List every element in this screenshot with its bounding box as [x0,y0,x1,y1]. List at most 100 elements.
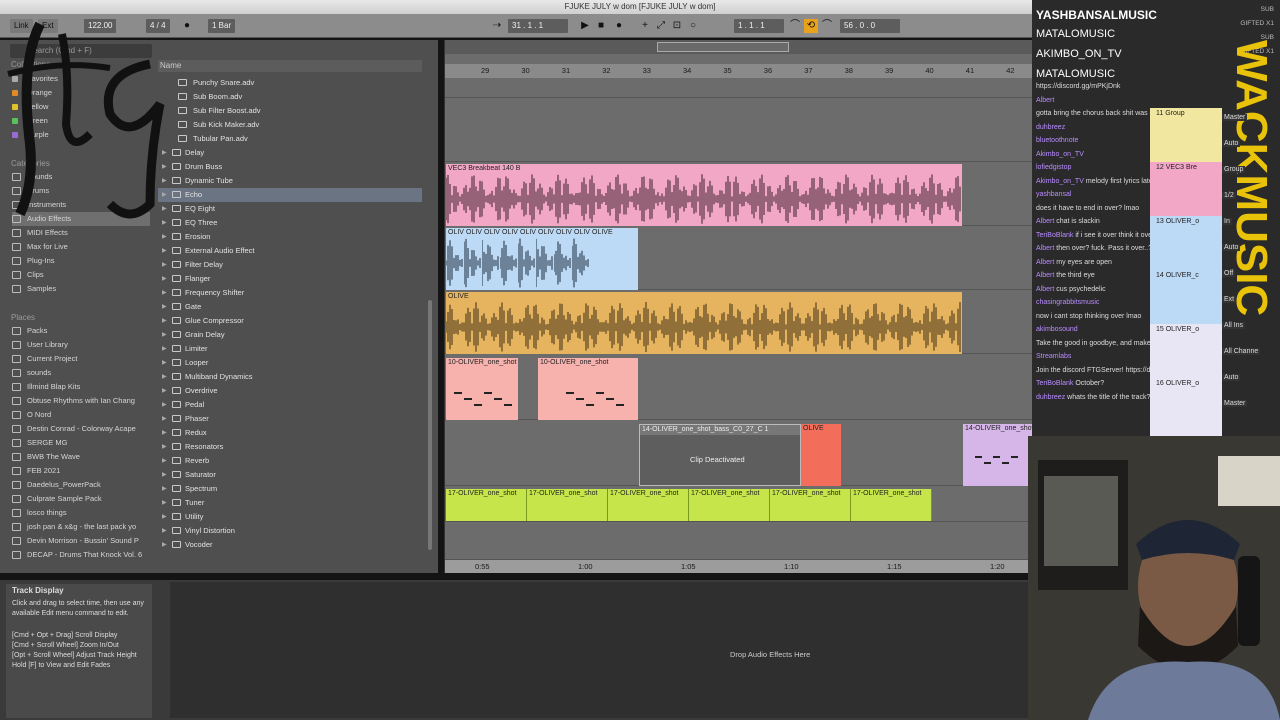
device-item[interactable]: ▶ Limiter [158,342,422,356]
track-lane[interactable] [445,98,1033,162]
audio-clip-oliver-short[interactable]: OLIVE [482,228,500,290]
expand-triangle-icon[interactable]: ▶ [162,258,167,272]
audio-clip-oliver-short[interactable]: OLIVE [500,228,518,290]
audio-clip-oliver-17[interactable]: 17-OLIVER_one_shot [851,489,932,521]
expand-triangle-icon[interactable]: ▶ [162,482,167,496]
category-item[interactable]: Clips [12,268,150,282]
audio-clip-oliver-short[interactable]: OLIVE [572,228,590,290]
expand-triangle-icon[interactable]: ▶ [162,272,167,286]
expand-triangle-icon[interactable]: ▶ [162,496,167,510]
place-item[interactable]: Devin Morrison - Bussin' Sound P [12,534,150,548]
mixer-label[interactable]: Auto [1222,374,1241,381]
expand-triangle-icon[interactable]: ▶ [162,342,167,356]
place-item[interactable]: DECAP - Drums That Knock Vol. 6 [12,548,150,562]
category-item[interactable]: MIDI Effects [12,226,150,240]
place-item[interactable]: Packs [12,324,150,338]
browser-scrollbar[interactable] [428,300,432,550]
overview-viewport[interactable] [657,42,789,52]
mixer-track-strip[interactable]: 15 OLIVER_o [1150,324,1222,386]
place-item[interactable]: Obtuse Rhythms with Ian Chang [12,394,150,408]
overdub-icon[interactable]: + [638,19,652,33]
expand-triangle-icon[interactable]: ▶ [162,468,167,482]
place-item[interactable]: BWB The Wave [12,450,150,464]
device-item[interactable]: ▶ Grain Delay [158,328,422,342]
audio-clip-oliver-loop[interactable]: OLIVE [446,292,962,354]
place-item[interactable]: Daedelus_PowerPack [12,478,150,492]
follow-icon[interactable]: ⇢ [490,19,504,33]
audio-clip-oliver-17[interactable]: 17-OLIVER_one_shot [689,489,770,521]
device-item[interactable]: ▶ Saturator [158,468,422,482]
punch-out-icon[interactable]: ⌒ [820,19,834,33]
audio-clip-deactivated[interactable]: 14-OLIVER_one_shot_bass_C0_27_C 1 Clip De… [639,424,801,486]
mixer-label[interactable]: All Ins [1222,322,1246,329]
expand-triangle-icon[interactable]: ▶ [162,440,167,454]
place-item[interactable]: Current Project [12,352,150,366]
mixer-label[interactable]: Auto [1222,244,1241,251]
audio-clip-oliver-17[interactable]: 17-OLIVER_one_shot [770,489,851,521]
audio-clip-oliver-17[interactable]: 17-OLIVER_one_shot [608,489,689,521]
mixer-track-strip[interactable]: 11 Group [1150,108,1222,170]
device-item[interactable]: ▶ Reverb [158,454,422,468]
mixer-label[interactable]: Auto [1222,140,1241,147]
device-item[interactable]: ▶ Redux [158,426,422,440]
place-item[interactable]: sounds [12,366,150,380]
loop-switch-icon[interactable]: ⟲ [804,19,818,33]
mixer-label[interactable]: Master [1222,400,1248,407]
device-item[interactable]: ▶ Spectrum [158,482,422,496]
device-item[interactable]: ▶ Looper [158,356,422,370]
place-item[interactable]: Destin Conrad - Colorway Acape [12,422,150,436]
device-drop-zone[interactable]: Drop Audio Effects Here [170,582,1028,718]
mixer-label[interactable]: Ext [1222,296,1237,303]
midi-clip-oliver-10[interactable]: 10-OLIVER_one_shot [446,358,518,420]
mixer-track-strip[interactable]: 12 VEC3 Bre [1150,162,1222,224]
arrangement-position-field[interactable]: 31 . 1 . 1 [508,19,568,33]
mixer-track-strip[interactable]: 13 OLIVER_o [1150,216,1222,278]
place-item[interactable]: O Nord [12,408,150,422]
expand-triangle-icon[interactable]: ▶ [162,356,167,370]
place-item[interactable]: losco things [12,506,150,520]
category-item[interactable]: Plug-Ins [12,254,150,268]
play-icon[interactable]: ▶ [578,19,592,33]
expand-triangle-icon[interactable]: ▶ [162,314,167,328]
expand-triangle-icon[interactable]: ▶ [162,510,167,524]
expand-triangle-icon[interactable]: ▶ [162,384,167,398]
expand-triangle-icon[interactable]: ▶ [162,398,167,412]
mixer-label[interactable]: In [1222,218,1232,225]
expand-triangle-icon[interactable]: ▶ [162,300,167,314]
loop-start-field[interactable]: 1 . 1 . 1 [734,19,784,33]
place-item[interactable]: Culprate Sample Pack [12,492,150,506]
category-item[interactable]: Max for Live [12,240,150,254]
audio-clip-oliver-short[interactable]: OLIVE [464,228,482,290]
device-item[interactable]: ▶ Gate [158,300,422,314]
expand-triangle-icon[interactable]: ▶ [162,524,167,538]
device-item[interactable]: ▶ External Audio Effect [158,244,422,258]
loop-length-field[interactable]: 56 . 0 . 0 [840,19,900,33]
expand-triangle-icon[interactable]: ▶ [162,328,167,342]
device-item[interactable]: ▶ Glue Compressor [158,314,422,328]
record-icon[interactable]: ● [612,19,626,33]
device-item[interactable]: ▶ Tuner [158,496,422,510]
expand-triangle-icon[interactable]: ▶ [162,370,167,384]
audio-clip-oliver-short[interactable]: OLIVE [554,228,572,290]
expand-triangle-icon[interactable]: ▶ [162,244,167,258]
expand-triangle-icon[interactable]: ▶ [162,538,167,552]
device-item[interactable]: ▶ Pedal [158,398,422,412]
place-item[interactable]: User Library [12,338,150,352]
audio-clip-oliver[interactable]: OLIVE [590,228,638,290]
device-item[interactable]: ▶ Flanger [158,272,422,286]
place-item[interactable]: Illmind Blap Kits [12,380,150,394]
audio-clip-oliver-short[interactable]: OLIVE [446,228,464,290]
automation-arm-icon[interactable]: ⤢ [654,19,668,33]
audio-clip-oliver-17[interactable]: 17-OLIVER_one_shot [446,489,527,521]
expand-triangle-icon[interactable]: ▶ [162,286,167,300]
expand-triangle-icon[interactable]: ▶ [162,454,167,468]
mixer-label[interactable]: 1/2 [1222,192,1236,199]
mixer-track-strip[interactable]: 16 OLIVER_o [1150,378,1222,440]
device-item[interactable]: ▶ Vinyl Distortion [158,524,422,538]
midi-clip-oliver-10[interactable]: 10-OLIVER_one_shot [538,358,638,420]
place-item[interactable]: josh pan & x&g - the last pack yo [12,520,150,534]
device-item[interactable]: ▶ Overdrive [158,384,422,398]
expand-triangle-icon[interactable]: ▶ [162,412,167,426]
audio-clip-breakbeat[interactable]: VEC3 Breakbeat 140 B [446,164,962,226]
punch-in-icon[interactable]: ⌒ [788,19,802,33]
